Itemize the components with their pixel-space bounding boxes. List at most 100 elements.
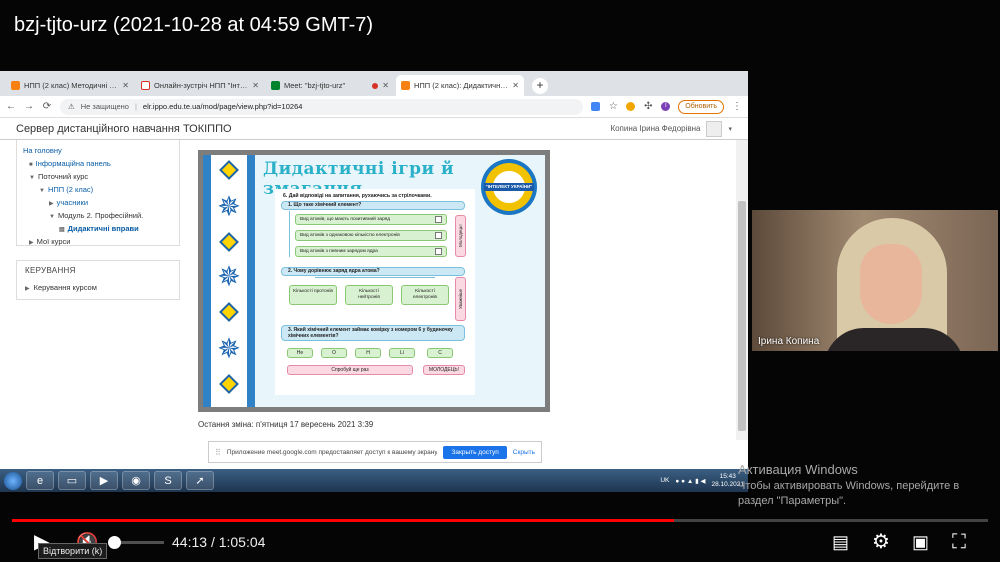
progress-bar[interactable] xyxy=(12,519,988,522)
element-option[interactable]: He xyxy=(287,348,313,358)
screen-share-banner: ⠿ Приложение meet.google.com предоставля… xyxy=(208,441,542,463)
nav-item-home[interactable]: На головну xyxy=(23,144,173,157)
nav-item-my-courses[interactable]: ▶ Мої курси xyxy=(23,235,173,248)
site-name[interactable]: Сервер дистанційного навчання ТОКІППО xyxy=(16,123,610,135)
divider: | xyxy=(134,102,137,111)
recording-icon xyxy=(372,82,379,89)
well-done-box: МОЛОДЕЦЬ! xyxy=(423,365,465,375)
logo-text: "ІНТЕЛЕКТ УКРАЇНИ" xyxy=(484,183,534,191)
tab-label: НПП (2 клас): Дидактичні вправ xyxy=(414,81,508,90)
shared-screen: НПП (2 клас) Методичні аспект ✕ Онлайн-з… xyxy=(0,71,748,492)
total-time: 1:05:04 xyxy=(218,534,266,550)
chevron-right-icon: ▶ xyxy=(29,240,34,246)
element-option[interactable]: H xyxy=(355,348,381,358)
browser-tab[interactable]: Онлайн-зустріч НПП "Інтелект У ✕ xyxy=(136,75,264,96)
star-icon[interactable]: ☆ xyxy=(608,101,618,112)
tab-label: Meet: "bzj-tjto-urz" xyxy=(284,81,346,90)
checkbox-icon xyxy=(435,216,442,223)
player-controls: ▶ 🔇 44:13 / 1:05:04 Відтворити (k) ▤ ⚙ ▣… xyxy=(0,526,1000,562)
skype-icon[interactable]: S xyxy=(154,471,182,490)
user-name[interactable]: Копина Ірина Федорівна xyxy=(610,124,700,133)
nav-item-module[interactable]: ▼ Модуль 2. Професійний. xyxy=(23,209,173,222)
nav-label: учасники xyxy=(56,198,89,207)
admin-label: Керування курсом xyxy=(33,283,97,292)
moodle-icon xyxy=(11,81,20,90)
profile-icon[interactable]: I xyxy=(661,102,671,111)
tab-label: Онлайн-зустріч НПП "Інтелект У xyxy=(154,81,249,90)
activation-watermark: Активация Windows Чтобы активировать Win… xyxy=(738,462,988,509)
watermark-subtitle: Чтобы активировать Windows, перейдите в … xyxy=(738,480,960,507)
navigation-block: На головну ■ Інформаційна панель ▼ Поточни… xyxy=(16,140,180,246)
miniplayer-icon[interactable]: ▣ xyxy=(912,530,929,554)
element-option[interactable]: C xyxy=(427,348,453,358)
drag-handle-icon[interactable]: ⠿ xyxy=(215,448,221,457)
close-icon[interactable]: ✕ xyxy=(122,81,129,90)
course-admin-link[interactable]: ▶ Керування курсом xyxy=(25,283,171,292)
close-icon[interactable]: ✕ xyxy=(252,81,259,90)
video-player: bzj-tjto-urz (2021-10-28 at 04:59 GMT-7)… xyxy=(0,0,1000,562)
connector-line xyxy=(315,277,435,278)
hide-button[interactable]: Скрыть xyxy=(513,449,535,456)
tray-icons[interactable]: ● ● ▲ ▮ ◀ xyxy=(675,477,705,485)
back-icon[interactable]: ← xyxy=(6,101,16,112)
answer-option[interactable]: Вид атомів з однаковою кількістю електро… xyxy=(295,230,447,241)
answer-option[interactable]: Кількості нейтронів xyxy=(345,285,393,305)
answer-label: Вид атомів з певним зарядом ядра xyxy=(300,249,378,254)
nav-label: Модуль 2. Професійний. xyxy=(57,211,144,220)
ie-icon[interactable]: e xyxy=(26,471,54,490)
slide: ✵ ✵ ✵ Дидактичні ігри й змагання "ІНТЕЛЕ… xyxy=(203,155,545,407)
site-header: Сервер дистанційного навчання ТОКІППО Ко… xyxy=(0,118,748,140)
reload-icon[interactable]: ⟳ xyxy=(42,101,52,112)
answer-option[interactable]: Кількості електронів xyxy=(401,285,449,305)
new-tab-button[interactable]: + xyxy=(532,78,548,94)
update-button[interactable]: Обновить xyxy=(678,99,724,114)
language-indicator[interactable]: UK xyxy=(660,477,669,484)
scrollbar-thumb[interactable] xyxy=(738,201,746,431)
stop-sharing-button[interactable]: Закрыть доступ xyxy=(443,445,507,459)
nav-item-participants[interactable]: ▶ учасники xyxy=(23,196,173,209)
ornament-border: ✵ ✵ ✵ xyxy=(203,155,255,407)
translate-icon[interactable] xyxy=(591,102,601,111)
close-icon[interactable]: ✕ xyxy=(512,81,519,90)
menu-icon[interactable]: ⋮ xyxy=(732,101,742,112)
administration-block: КЕРУВАННЯ ▶ Керування курсом xyxy=(16,260,180,300)
media-player-icon[interactable]: ▶ xyxy=(90,471,118,490)
puzzle-icon[interactable]: ✣ xyxy=(643,101,653,112)
fullscreen-icon[interactable]: ⛶ xyxy=(952,530,966,554)
folder-icon[interactable]: ▭ xyxy=(58,471,86,490)
time-separator: / xyxy=(210,534,215,550)
participant-tile: Ірина Копина xyxy=(752,210,998,351)
chevron-right-icon: ▶ xyxy=(49,201,54,207)
element-option[interactable]: Li xyxy=(389,348,415,358)
nav-item-course[interactable]: ▼ НПП (2 клас) xyxy=(23,183,173,196)
nav-label: Інформаційна панель xyxy=(35,159,111,168)
nav-item-current-course[interactable]: ▼ Поточний курс xyxy=(23,170,173,183)
nav-item-dashboard[interactable]: ■ Інформаційна панель xyxy=(23,157,173,170)
url-field[interactable]: ⚠ Не защищено | elr.ippo.edu.te.ua/mod/p… xyxy=(60,98,584,115)
page-content: На головну ■ Інформаційна панель ▼ Поточни… xyxy=(0,140,736,492)
browser-tab[interactable]: Meet: "bzj-tjto-urz" ✕ xyxy=(266,75,394,96)
gear-icon[interactable]: ⚙ xyxy=(872,530,890,554)
answer-option[interactable]: Вид атомів, що мають позитивний заряд xyxy=(295,214,447,225)
volume-knob[interactable] xyxy=(108,536,121,549)
nav-item-exercises[interactable]: ▤ Дидактичні вправи xyxy=(23,222,173,235)
subtitles-icon[interactable]: ▤ xyxy=(832,530,849,554)
answer-option[interactable]: Кількості протонів xyxy=(289,285,337,305)
side-label-careful: Уважніше xyxy=(455,277,466,321)
forward-icon[interactable]: → xyxy=(24,101,34,112)
security-label: Не защищено xyxy=(80,102,129,111)
chrome-icon[interactable]: ◉ xyxy=(122,471,150,490)
extension-icon[interactable] xyxy=(626,102,636,111)
close-icon[interactable]: ✕ xyxy=(382,81,389,90)
browser-tab-active[interactable]: НПП (2 клас): Дидактичні вправ ✕ xyxy=(396,75,524,96)
windows-start-icon[interactable] xyxy=(4,471,22,490)
answer-option[interactable]: Вид атомів з певним зарядом ядра xyxy=(295,246,447,257)
avatar[interactable] xyxy=(706,120,723,137)
nav-label: Мої курси xyxy=(36,237,71,246)
browser-tab[interactable]: НПП (2 клас) Методичні аспект ✕ xyxy=(6,75,134,96)
answer-label: Вид атомів з однаковою кількістю електро… xyxy=(300,233,400,238)
element-option[interactable]: O xyxy=(321,348,347,358)
last-modified: Остання зміна: п'ятниця 17 вересень 2021… xyxy=(198,420,374,429)
app-icon[interactable]: ➚ xyxy=(186,471,214,490)
chevron-down-icon[interactable]: ▾ xyxy=(728,125,732,133)
